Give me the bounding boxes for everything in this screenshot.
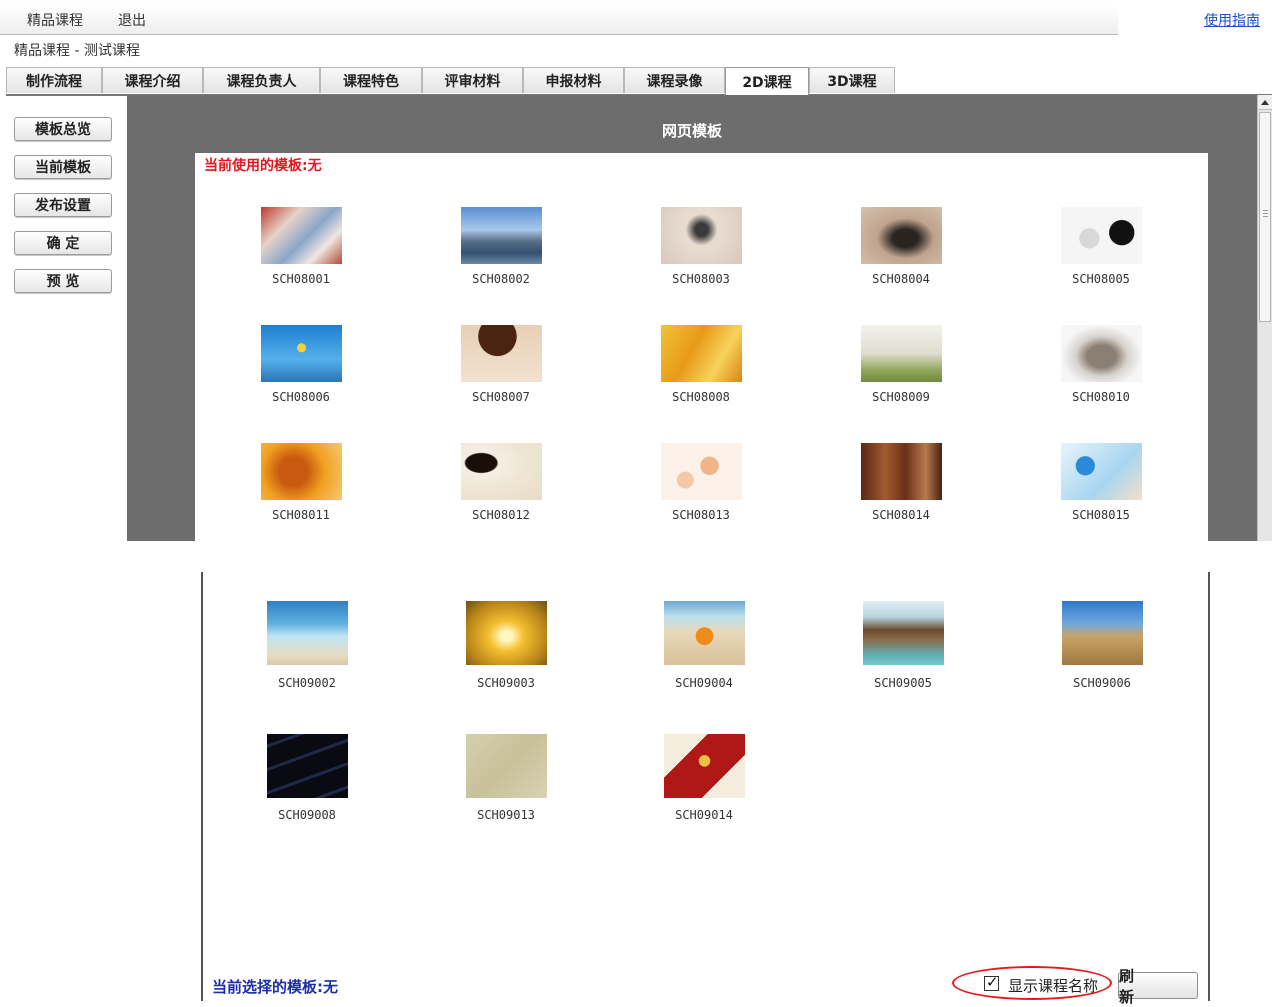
tab-process[interactable]: 制作流程 [6, 67, 102, 93]
scroll-up-arrow-icon[interactable] [1258, 95, 1272, 110]
template-label: SCH08009 [872, 390, 930, 404]
template-thumbnail[interactable] [261, 325, 342, 382]
template-thumbnail[interactable] [267, 734, 348, 798]
publish-settings-label: 发布设置 [35, 198, 91, 214]
template-overview-label: 模板总览 [35, 122, 91, 138]
template-label: SCH08003 [672, 272, 730, 286]
current-template-label: 当前模板 [35, 160, 91, 176]
template-thumbnail[interactable] [466, 734, 547, 798]
top-bar: 精品课程 退出 使用指南 [0, 0, 1272, 36]
tab-application-materials[interactable]: 申报材料 [523, 67, 624, 93]
current-selected-template: 当前选择的模板:无 [212, 978, 338, 996]
template-thumbnail[interactable] [863, 601, 944, 665]
template-label: SCH08008 [672, 390, 730, 404]
tab-course-features[interactable]: 课程特色 [320, 67, 422, 93]
template-gallery-lower: SCH09002 SCH09003 SCH09004 SCH09005 SCH0… [201, 572, 1210, 1001]
refresh-button[interactable]: 刷 新 [1118, 967, 1198, 1006]
template-label: SCH08011 [272, 508, 330, 522]
template-thumbnail[interactable] [661, 443, 742, 500]
template-label: SCH09014 [675, 808, 733, 822]
tab-course-videos[interactable]: 课程录像 [624, 67, 725, 93]
template-label: SCH08006 [272, 390, 330, 404]
tab-review-materials[interactable]: 评审材料 [422, 67, 523, 93]
user-guide-link[interactable]: 使用指南 [1204, 10, 1260, 30]
show-course-name-label: 显示课程名称 [1008, 977, 1099, 995]
template-thumbnail[interactable] [861, 207, 942, 264]
preview-label: 预 览 [46, 274, 80, 290]
refresh-label: 刷 新 [1119, 966, 1157, 1006]
tab-3d-course[interactable]: 3D课程 [809, 67, 895, 93]
template-thumbnail[interactable] [1061, 325, 1142, 382]
template-thumbnail[interactable] [261, 207, 342, 264]
template-thumbnail[interactable] [461, 325, 542, 382]
template-label: SCH09006 [1073, 676, 1131, 690]
breadcrumb: 精品课程 - 测试课程 [14, 43, 140, 59]
template-label: SCH08010 [1072, 390, 1130, 404]
template-thumbnail[interactable] [664, 601, 745, 665]
template-label: SCH08005 [1072, 272, 1130, 286]
template-thumbnail[interactable] [1062, 601, 1143, 665]
template-thumbnail[interactable] [661, 207, 742, 264]
publish-settings-button[interactable]: 发布设置 [14, 193, 112, 217]
template-overview-button[interactable]: 模板总览 [14, 117, 112, 141]
current-used-template: 当前使用的模板:无 [204, 158, 322, 174]
template-thumbnail[interactable] [861, 325, 942, 382]
preview-button[interactable]: 预 览 [14, 269, 112, 293]
nav-course-link[interactable]: 精品课程 [27, 10, 83, 30]
top-bar-background [0, 6, 1118, 35]
template-thumbnail[interactable] [664, 734, 745, 798]
confirm-label: 确 定 [46, 236, 80, 252]
template-thumbnail[interactable] [261, 443, 342, 500]
template-gallery-panel: 当前使用的模板:无 SCH08001 SCH08002 SCH08003 SCH… [195, 153, 1208, 541]
panel-title: 网页模板 [661, 122, 722, 140]
template-label: SCH08012 [472, 508, 530, 522]
show-course-name-toggle[interactable]: 显示课程名称 [952, 966, 1112, 1002]
template-thumbnail[interactable] [661, 325, 742, 382]
template-label: SCH09003 [477, 676, 535, 690]
tab-course-intro[interactable]: 课程介绍 [102, 67, 203, 93]
template-label: SCH08007 [472, 390, 530, 404]
template-thumbnail[interactable] [466, 601, 547, 665]
template-label: SCH08013 [672, 508, 730, 522]
template-label: SCH09004 [675, 676, 733, 690]
template-thumbnail[interactable] [1061, 207, 1142, 264]
template-thumbnail[interactable] [861, 443, 942, 500]
vertical-scrollbar[interactable] [1257, 95, 1272, 541]
template-area: 网页模板 当前使用的模板:无 SCH08001 SCH08002 SCH0800… [127, 95, 1257, 541]
tab-2d-course[interactable]: 2D课程 [725, 67, 809, 96]
template-thumbnail[interactable] [461, 207, 542, 264]
template-label: SCH08001 [272, 272, 330, 286]
template-label: SCH08002 [472, 272, 530, 286]
nav-logout-link[interactable]: 退出 [118, 10, 146, 30]
tab-bar: 制作流程 课程介绍 课程负责人 课程特色 评审材料 申报材料 课程录像 2D课程… [6, 67, 1272, 96]
template-thumbnail[interactable] [267, 601, 348, 665]
show-course-name-checkbox[interactable] [984, 973, 999, 991]
current-template-button[interactable]: 当前模板 [14, 155, 112, 179]
confirm-button[interactable]: 确 定 [14, 231, 112, 255]
template-label: SCH08004 [872, 272, 930, 286]
template-label: SCH08014 [872, 508, 930, 522]
template-thumbnail[interactable] [461, 443, 542, 500]
template-label: SCH09005 [874, 676, 932, 690]
template-label: SCH09013 [477, 808, 535, 822]
scroll-thumb[interactable] [1259, 112, 1271, 322]
tab-course-lead[interactable]: 课程负责人 [203, 67, 320, 93]
template-label: SCH09008 [278, 808, 336, 822]
template-thumbnail[interactable] [1061, 443, 1142, 500]
template-label: SCH09002 [278, 676, 336, 690]
template-label: SCH08015 [1072, 508, 1130, 522]
